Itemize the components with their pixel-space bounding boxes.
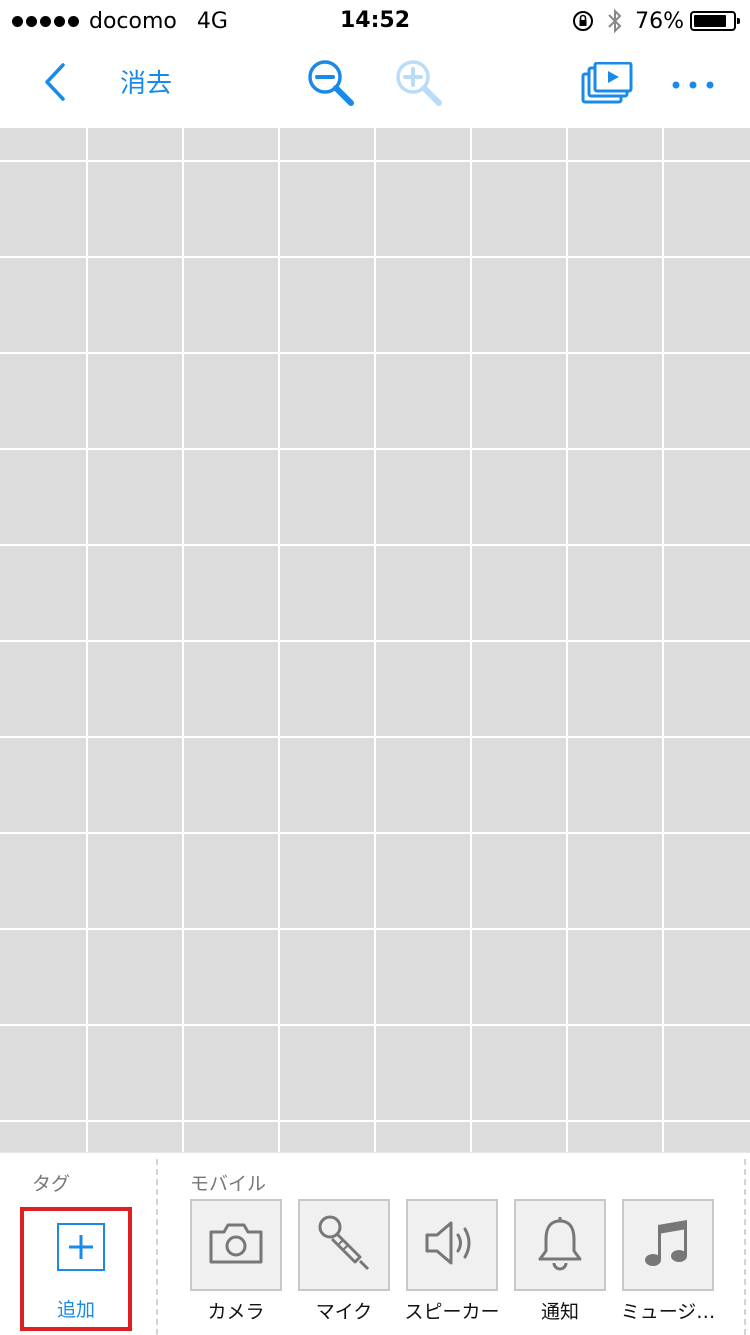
tag-panel: タグ モバイル 追加 カメラ マイク スピーカー 通知 ミュージ… — [0, 1152, 750, 1335]
bell-icon — [535, 1215, 585, 1275]
clear-button[interactable]: 消去 — [120, 62, 172, 106]
zoom-out-button[interactable] — [304, 58, 358, 112]
section-divider — [744, 1159, 746, 1335]
zoom-in-button[interactable] — [392, 58, 446, 112]
music-tile[interactable] — [622, 1199, 714, 1291]
add-tag-label: 追加 — [56, 1299, 95, 1321]
status-bar: docomo 4G 14:52 76% — [0, 0, 750, 40]
chevron-left-icon — [37, 62, 71, 106]
more-button[interactable] — [668, 62, 718, 106]
section-divider — [156, 1159, 158, 1335]
grid-canvas[interactable] — [0, 128, 750, 1152]
status-right: 76% — [571, 4, 740, 38]
tile-label: 通知 — [540, 1301, 579, 1323]
battery-icon — [690, 11, 740, 31]
tile-label: スピーカー — [404, 1301, 500, 1323]
zoom-out-icon — [305, 57, 357, 113]
music-note-icon — [643, 1215, 693, 1275]
nav-bar: 消去 — [0, 40, 750, 128]
camera-icon — [207, 1220, 265, 1270]
more-icon — [671, 75, 715, 94]
speaker-icon — [423, 1218, 481, 1272]
microphone-tile[interactable] — [298, 1199, 390, 1291]
back-button[interactable] — [28, 58, 80, 110]
plus-icon — [57, 1223, 105, 1271]
tag-section-label: タグ — [32, 1173, 71, 1195]
mobile-section-label: モバイル — [190, 1173, 267, 1195]
notification-tile[interactable] — [514, 1199, 606, 1291]
orientation-lock-icon — [571, 9, 595, 33]
slideshow-icon — [581, 61, 633, 110]
speaker-tile[interactable] — [406, 1199, 498, 1291]
slideshow-button[interactable] — [580, 61, 634, 110]
battery-percent: 76% — [635, 8, 684, 34]
camera-tile[interactable] — [190, 1199, 282, 1291]
microphone-icon — [316, 1213, 372, 1277]
tile-label: マイク — [315, 1301, 373, 1323]
zoom-in-icon — [393, 57, 445, 113]
bluetooth-icon — [607, 8, 623, 34]
tile-label: ミュージ… — [620, 1301, 716, 1323]
add-tag-button[interactable]: 追加 — [20, 1207, 132, 1331]
tile-label: カメラ — [207, 1301, 265, 1323]
